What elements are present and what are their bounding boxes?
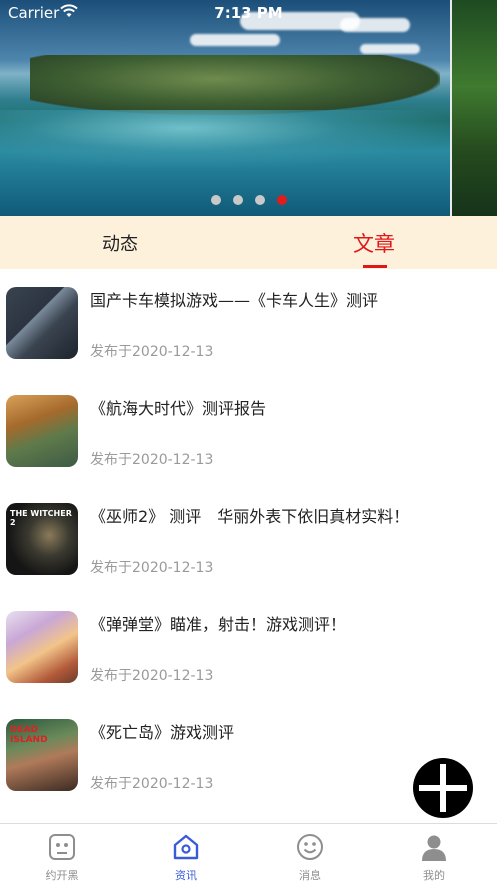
article-title: 《巫师2》 测评 华丽外表下依旧真材实料！ xyxy=(90,507,410,526)
article-thumbnail: DEAD ISLAND xyxy=(6,719,78,791)
banner-island xyxy=(30,55,440,115)
article-date: 发布于2020-12-13 xyxy=(90,560,214,576)
home-icon xyxy=(171,832,201,862)
article-title: 国产卡车模拟游戏——《卡车人生》测评 xyxy=(90,291,379,310)
article-title: 《死亡岛》游戏测评 xyxy=(90,723,235,742)
status-bar: Carrier 7:13 PM xyxy=(0,0,497,26)
thumbnail-logo-text: THE WITCHER 2 xyxy=(10,509,72,527)
article-thumbnail xyxy=(6,395,78,467)
article-thumbnail: THE WITCHER 2 xyxy=(6,503,78,575)
bottom-tab-bar: 约开黑 资讯 消息 我的 xyxy=(0,823,497,883)
smiley-icon xyxy=(295,832,325,862)
article-date: 发布于2020-12-13 xyxy=(90,776,214,792)
list-item[interactable]: 国产卡车模拟游戏——《卡车人生》测评 发布于2020-12-13 xyxy=(0,269,497,377)
banner-cloud xyxy=(190,34,280,46)
nav-label: 我的 xyxy=(423,869,445,882)
article-date: 发布于2020-12-13 xyxy=(90,668,214,684)
article-date: 发布于2020-12-13 xyxy=(90,344,214,360)
banner-cloud xyxy=(360,44,420,54)
status-time: 7:13 PM xyxy=(214,4,283,22)
article-title: 《弹弹堂》瞄准，射击！游戏测评！ xyxy=(90,615,347,634)
article-date: 发布于2020-12-13 xyxy=(90,452,214,468)
nav-item-messages[interactable]: 消息 xyxy=(248,824,372,883)
nav-label: 消息 xyxy=(299,869,321,882)
add-button[interactable] xyxy=(413,758,473,818)
plus-icon-bar xyxy=(419,785,467,791)
nav-label: 约开黑 xyxy=(45,869,79,882)
list-item[interactable]: 《弹弹堂》瞄准，射击！游戏测评！ 发布于2020-12-13 xyxy=(0,593,497,701)
tab-articles[interactable]: 文章 xyxy=(314,216,434,269)
nav-item-news[interactable]: 资讯 xyxy=(124,824,248,883)
list-item[interactable]: 《航海大时代》测评报告 发布于2020-12-13 xyxy=(0,377,497,485)
nav-item-mine[interactable]: 我的 xyxy=(372,824,496,883)
person-icon xyxy=(419,832,449,862)
article-thumbnail xyxy=(6,287,78,359)
carousel-dot-active[interactable] xyxy=(277,195,287,205)
list-item[interactable]: THE WITCHER 2 《巫师2》 测评 华丽外表下依旧真材实料！ 发布于2… xyxy=(0,485,497,593)
carousel-dot[interactable] xyxy=(211,195,221,205)
carousel-dots xyxy=(211,195,287,205)
banner-carousel[interactable] xyxy=(0,0,497,216)
active-tab-indicator xyxy=(363,265,387,268)
article-thumbnail xyxy=(6,611,78,683)
nav-item-team-up[interactable]: 约开黑 xyxy=(0,824,124,883)
segment-tabs: 动态 文章 xyxy=(0,216,497,269)
tab-dynamics[interactable]: 动态 xyxy=(60,216,180,269)
thumbnail-logo-text: DEAD ISLAND xyxy=(10,725,48,745)
nav-label: 资讯 xyxy=(175,869,197,882)
carousel-dot[interactable] xyxy=(233,195,243,205)
banner-reef xyxy=(0,110,460,170)
article-title: 《航海大时代》测评报告 xyxy=(90,399,267,418)
carousel-dot[interactable] xyxy=(255,195,265,205)
banner-next-slide-preview xyxy=(450,0,497,216)
robot-face-icon xyxy=(47,832,77,862)
